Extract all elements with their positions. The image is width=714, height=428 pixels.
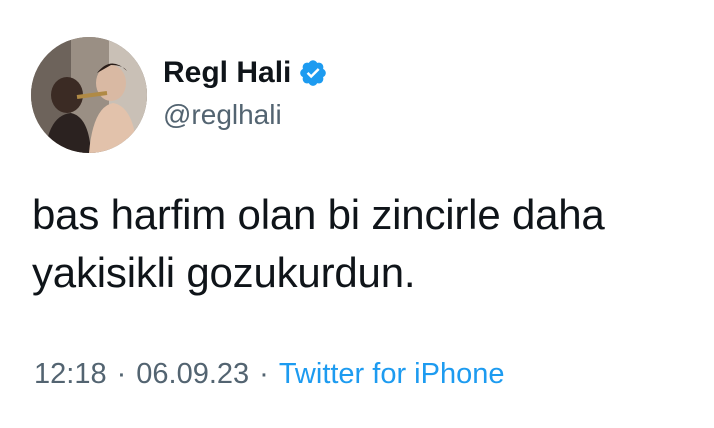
author-handle[interactable]: @reglhali	[163, 99, 282, 131]
avatar[interactable]	[31, 37, 147, 153]
meta-separator: ·	[259, 358, 269, 390]
tweet-date[interactable]: 06.09.23	[136, 358, 249, 390]
tweet-source-link[interactable]: Twitter for iPhone	[279, 358, 505, 390]
verified-badge-icon	[298, 58, 328, 88]
tweet-text-line: yakisikli gozukurdun.	[32, 249, 416, 296]
meta-separator: ·	[116, 358, 127, 390]
tweet-time[interactable]: 12:18	[34, 358, 107, 390]
tweet-card: Regl Hali @reglhali bas harfim olan bi z…	[0, 0, 714, 428]
tweet-text: bas harfim olan bi zincirle daha yakisik…	[32, 186, 692, 302]
author-name-row: Regl Hali	[163, 56, 328, 90]
tweet-text-line: bas harfim olan bi zincirle daha	[32, 191, 605, 238]
avatar-photo	[31, 37, 147, 153]
author-display-name[interactable]: Regl Hali	[163, 56, 291, 90]
tweet-meta: 12:18 · 06.09.23 · Twitter for iPhone	[34, 356, 504, 392]
